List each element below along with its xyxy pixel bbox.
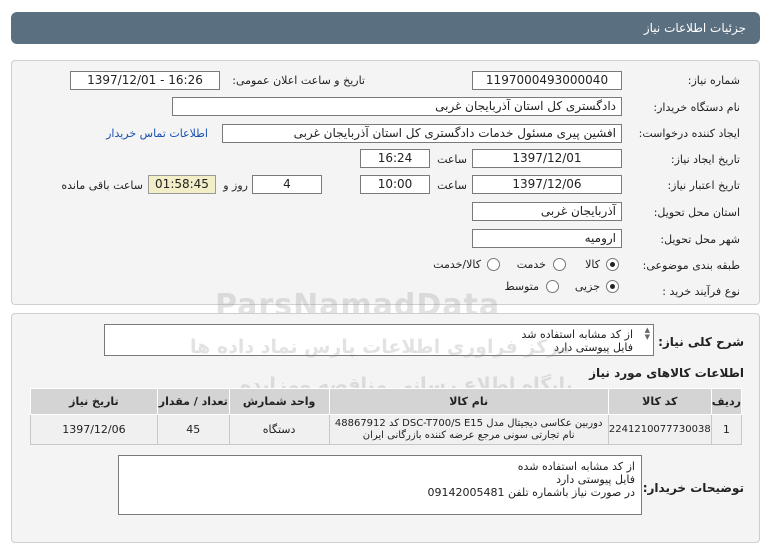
need-number-field[interactable]: 1197000493000040	[472, 71, 622, 90]
process-label: نوع فرآیند خرید :	[662, 285, 740, 298]
buyer-org-field[interactable]: دادگستری کل استان آذربایجان غربی	[172, 97, 622, 116]
validity-time-field[interactable]: 10:00	[360, 175, 430, 194]
page-header: جزئیات اطلاعات نیاز	[11, 12, 760, 44]
days-field[interactable]: 4	[252, 175, 322, 194]
page-title: جزئیات اطلاعات نیاز	[643, 21, 746, 35]
summary-line-2: فایل پیوستی دارد	[554, 341, 633, 354]
created-time-field[interactable]: 16:24	[360, 149, 430, 168]
category-option-goods: کالا	[585, 258, 600, 271]
table-header-row: ردیف کد کالا نام کالا واحد شمارش تعداد /…	[30, 388, 743, 415]
summary-text[interactable]: از کد مشابه استفاده شد فایل پیوستی دارد …	[104, 324, 654, 356]
category-radio-goods-service[interactable]	[487, 258, 500, 271]
col-code: کد کالا	[607, 388, 712, 415]
col-row: ردیف	[710, 388, 743, 415]
need-number-label: شماره نیاز:	[687, 74, 740, 87]
city-field[interactable]: ارومیه	[472, 229, 622, 248]
validity-date-field[interactable]: 1397/12/06	[472, 175, 622, 194]
remaining-label: ساعت باقی مانده	[61, 179, 143, 192]
buyer-contact-link[interactable]: اطلاعات تماس خریدار	[106, 127, 208, 140]
remaining-timer: 01:58:45	[148, 175, 216, 194]
validity-date-label: تاریخ اعتبار نیاز:	[667, 179, 740, 192]
items-table: ردیف کد کالا نام کالا واحد شمارش تعداد /…	[30, 388, 743, 445]
process-radio-minor[interactable]	[606, 280, 619, 293]
cell-row: 1	[710, 414, 743, 445]
col-name: نام کالا	[328, 388, 609, 415]
table-row[interactable]: 1 2241210077730038 دوربین عکاسی دیجیتال …	[30, 414, 743, 445]
buyer-notes-line-2: فایل پیوستی دارد	[556, 473, 635, 486]
validity-hour-label: ساعت	[437, 179, 467, 192]
city-label: شهر محل تحویل:	[660, 233, 740, 246]
category-label: طبقه بندی موضوعی:	[642, 259, 740, 272]
requester-field[interactable]: افشین پیری مسئول خدمات دادگستری کل استان…	[222, 124, 622, 143]
province-field[interactable]: آذربایجان غربی	[472, 202, 622, 221]
buyer-notes-line-1: از کد مشابه استفاده شده	[517, 460, 635, 473]
process-option-minor: جزیی	[574, 280, 600, 293]
buyer-notes-line-3: در صورت نیاز باشماره تلفن 09142005481	[427, 486, 635, 499]
announce-label: تاریخ و ساعت اعلان عمومی:	[232, 74, 365, 87]
summary-label: شرح کلی نیاز:	[658, 335, 744, 349]
cell-name-line-2: نام تجارتی سونی مرجع عرضه کننده بازرگانی…	[362, 429, 575, 441]
cell-unit: دستگاه	[228, 414, 330, 445]
days-label: روز و	[223, 179, 248, 192]
created-date-label: تاریخ ایجاد نیاز:	[670, 153, 740, 166]
buyer-notes-text[interactable]: از کد مشابه استفاده شده فایل پیوستی دارد…	[118, 455, 642, 515]
col-unit: واحد شمارش	[228, 388, 330, 415]
province-label: استان محل تحویل:	[653, 206, 740, 219]
items-section-title: اطلاعات کالاهای مورد نیاز	[589, 366, 744, 380]
requester-label: ایجاد کننده درخواست:	[638, 127, 740, 140]
buyer-notes-label: توضیحات خریدار:	[642, 481, 744, 495]
category-option-service: خدمت	[516, 258, 546, 271]
announce-field[interactable]: 1397/12/01 - 16:26	[70, 71, 220, 90]
cell-date: 1397/12/06	[30, 414, 158, 445]
buyer-org-label: نام دستگاه خریدار:	[653, 101, 740, 114]
col-date: تاریخ نیاز	[30, 388, 158, 415]
col-qty: تعداد / مقدار	[156, 388, 230, 415]
created-date-field[interactable]: 1397/12/01	[472, 149, 622, 168]
process-option-medium: متوسط	[504, 280, 539, 293]
category-radio-goods[interactable]	[606, 258, 619, 271]
cell-name-line-1: دوربین عکاسی دیجیتال مدل DSC-T700/S E15 …	[334, 417, 603, 429]
cell-code: 2241210077730038	[607, 414, 712, 445]
cell-name: دوربین عکاسی دیجیتال مدل DSC-T700/S E15 …	[328, 414, 609, 445]
process-radio-medium[interactable]	[546, 280, 559, 293]
scroll-arrows-icon[interactable]: ▲ ▼	[645, 327, 650, 341]
summary-line-1: از کد مشابه استفاده شد	[521, 328, 633, 341]
created-hour-label: ساعت	[437, 153, 467, 166]
cell-qty: 45	[156, 414, 230, 445]
category-radio-service[interactable]	[553, 258, 566, 271]
category-option-goods-service: کالا/خدمت	[433, 258, 481, 271]
